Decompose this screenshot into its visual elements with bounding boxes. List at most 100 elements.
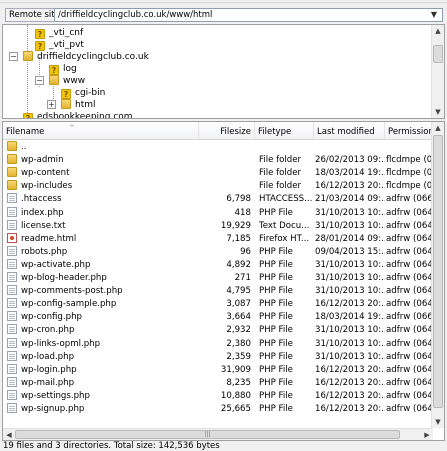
file-list-horizontal-scrollbar[interactable]: ◀ ||| ▶ [3,428,433,440]
scroll-right-icon[interactable]: ▶ [421,429,433,440]
tree-item--vti-cnf[interactable]: ? _vti_cnf [35,27,83,39]
file-row[interactable]: index.php 418 PHP File 31/10/2013 10:... adf… [3,206,433,220]
file-size-cell: 10,880 [220,390,251,401]
remote-file-list[interactable]: Filename ^ Filesize Filetype Last modifi… [2,121,445,441]
column-filesize[interactable]: Filesize [199,122,255,140]
file-icon [7,403,17,413]
file-row[interactable]: wp-links-opml.php 2,380 PHP File 31/10/2013… [3,337,433,351]
unknown-folder-icon: ? [61,89,71,99]
column-filetype[interactable]: Filetype [255,122,314,140]
tree-item-www[interactable]: − www [35,75,86,87]
scroll-down-icon[interactable]: ▼ [432,106,444,118]
file-size-cell: 25,665 [220,404,251,414]
scroll-left-icon[interactable]: ◀ [3,429,15,440]
file-row[interactable]: wp-comments-post.php 4,795 PHP File 31/10/2… [3,285,433,298]
collapse-icon[interactable]: − [9,52,18,61]
file-name-cell: wp-mail.php [7,376,201,390]
tree-item-html[interactable]: + html [47,99,96,111]
tree-vertical-scrollbar[interactable]: ▲ ▼ [431,25,444,118]
tree-item-driffieldcyclingclub-co-uk[interactable]: − driffieldcyclingclub.co.uk [9,51,149,63]
file-row[interactable]: wp-config.php 3,664 PHP File 18/03/2014 19:… [3,311,433,324]
expand-icon[interactable]: + [47,100,56,109]
column-filename[interactable]: Filename ^ [3,122,199,140]
file-name: wp-load.php [21,351,75,362]
file-row[interactable]: wp-login.php 31,909 PHP File 16/12/2013 20:… [3,363,433,377]
file-row[interactable]: wp-cron.php 2,932 PHP File 31/10/2013 10:..… [3,324,433,337]
file-icon [7,245,17,256]
folder-icon [61,99,71,109]
chevron-down-icon[interactable]: ▼ [428,9,440,21]
file-type-cell: File folder [259,181,302,192]
file-perm-cell: adfrw (0644) [386,246,433,257]
file-row[interactable]: wp-admin File folder 26/02/2013 09:... flcd… [3,154,433,167]
file-row[interactable]: wp-settings.php 10,880 PHP File 16/12/2013 … [3,389,433,403]
tree-item-log[interactable]: ? log [49,63,77,75]
file-name-cell: wp-includes [7,180,201,193]
file-row[interactable]: wp-signup.php 25,665 PHP File 16/12/2013 20… [3,403,433,416]
file-row[interactable]: .htaccess 6,798 HTACCESS... 21/03/2014 09:.… [3,193,433,206]
file-row[interactable]: wp-config-sample.php 3,087 PHP File 16/12/2… [3,298,433,311]
file-icon [7,285,17,296]
file-size-cell: 3,664 [226,312,251,323]
tree-item--vti-pvt[interactable]: ? _vti_pvt [35,39,84,51]
file-row[interactable]: wp-includes File folder 16/12/2013 20:... f… [3,180,433,193]
file-name-cell: wp-content [7,167,201,180]
file-size-cell: 7,185 [226,233,251,244]
file-row[interactable]: wp-activate.php 4,892 PHP File 31/10/2013 1… [3,258,433,272]
file-row[interactable]: .. [3,141,433,154]
file-perm-cell: flcdmpe (0755 [386,155,433,166]
file-modified-cell: 16/12/2013 20:... [315,390,385,401]
file-type-cell: PHP File [259,312,293,323]
remote-directory-tree[interactable]: ? _vti_cnf? _vti_pvt − driffieldcyclingclub.… [2,24,445,119]
scroll-up-icon[interactable]: ▲ [432,122,444,134]
file-size-cell: 2,380 [226,338,251,349]
file-perm-cell: adfrw (0644) [386,390,433,401]
file-type-cell: PHP File [259,259,293,270]
file-name: wp-comments-post.php [21,286,123,297]
file-row[interactable]: wp-load.php 2,359 PHP File 31/10/2013 10:..… [3,350,433,364]
tree-item-label: log [63,64,77,74]
column-permissions[interactable]: Permissions [385,122,433,140]
file-modified-cell: 31/10/2013 10:... [315,259,385,270]
file-row[interactable]: license.txt 19,929 Text Docu... 31/10/2013 … [3,219,433,233]
file-icon [7,258,17,269]
file-size-cell [201,141,253,154]
file-name: wp-admin [21,155,64,166]
file-modified-cell: 31/10/2013 10:... [315,207,385,218]
tree-scroll-thumb[interactable] [433,45,443,63]
column-last-modified[interactable]: Last modified [314,122,385,140]
file-list-scroll-thumb[interactable] [433,135,443,408]
file-row[interactable]: readme.html 7,185 Firefox HT... 28/01/2014 … [3,232,433,246]
file-row[interactable]: wp-mail.php 8,235 PHP File 16/12/2013 20:..… [3,376,433,390]
file-list-vertical-scrollbar[interactable]: ▲ ▼ [431,122,444,428]
scroll-down-icon[interactable]: ▼ [432,416,444,428]
file-type-cell: File folder [259,168,302,179]
file-size-cell: 4,795 [226,286,251,297]
file-perm-cell: adfrw (0644) [386,338,433,349]
file-row[interactable]: wp-blog-header.php 271 PHP File 31/10/2013 … [3,272,433,285]
file-modified-cell: 16/12/2013 20:... [315,299,385,310]
sort-ascending-icon: ^ [69,124,75,132]
collapse-icon[interactable]: − [35,76,44,85]
file-name: wp-mail.php [21,377,75,388]
remote-path-value: /driffieldcyclingclub.co.uk/www/html [58,10,213,20]
file-type-cell: Text Docu... [259,220,310,231]
file-name-cell: wp-links-opml.php [7,337,201,351]
file-size-cell: 3,087 [226,299,251,310]
unknown-folder-icon: ? [35,41,45,51]
tree-item-edsbookkeeping-com[interactable]: ? edsbookkeeping.com [23,111,133,118]
remote-path-input[interactable]: /driffieldcyclingclub.co.uk/www/html ▼ [54,8,443,22]
file-row[interactable]: wp-content File folder 18/03/2014 19:... fl… [3,167,433,180]
tree-item-cgi-bin[interactable]: ? cgi-bin [61,87,105,99]
file-modified-cell: 31/10/2013 10:... [315,286,385,297]
file-list-hscroll-thumb[interactable]: ||| [15,430,400,439]
file-icon [7,324,17,335]
file-row[interactable]: robots.php 96 PHP File 09/04/2013 15:... adf… [3,245,433,259]
file-name: wp-links-opml.php [21,338,101,349]
scroll-up-icon[interactable]: ▲ [432,25,444,37]
file-name: wp-config-sample.php [21,299,117,310]
file-name-cell: wp-login.php [7,363,201,377]
file-list-header: Filename ^ Filesize Filetype Last modifi… [3,122,433,140]
tree-item-label: www [63,76,86,86]
file-type-cell: PHP File [259,299,293,310]
